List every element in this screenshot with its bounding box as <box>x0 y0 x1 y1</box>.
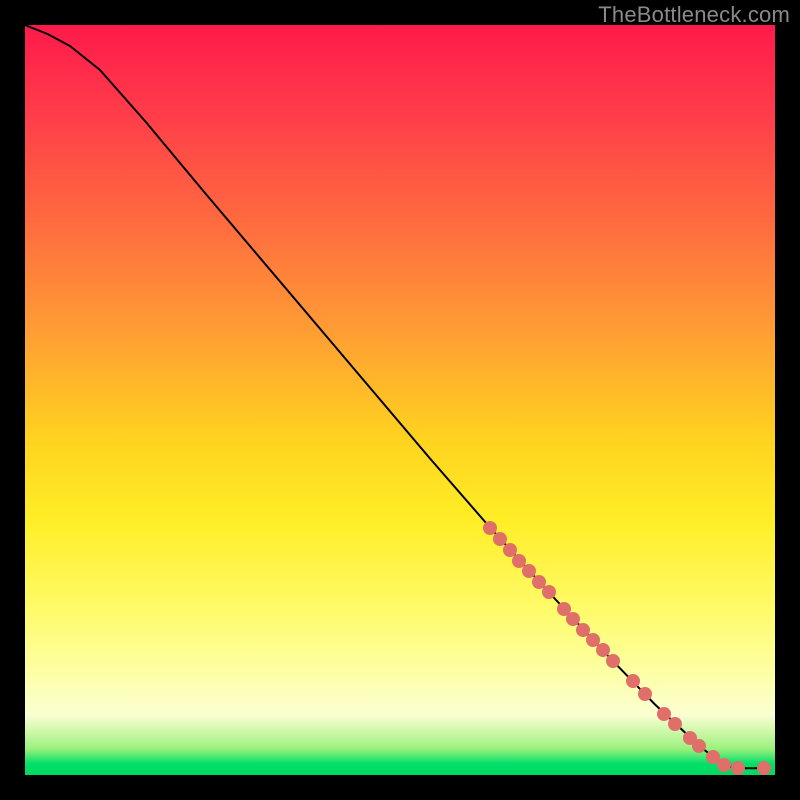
chart-stage: TheBottleneck.com <box>0 0 800 800</box>
plot-area <box>25 25 775 775</box>
data-point <box>626 674 640 688</box>
data-point <box>668 717 682 731</box>
data-point <box>757 761 771 775</box>
data-point <box>692 739 706 753</box>
data-point <box>638 687 652 701</box>
data-point <box>542 585 556 599</box>
data-point-layer <box>25 25 775 775</box>
data-point <box>717 758 731 772</box>
data-point <box>606 654 620 668</box>
data-point <box>731 761 745 775</box>
data-point <box>596 643 610 657</box>
